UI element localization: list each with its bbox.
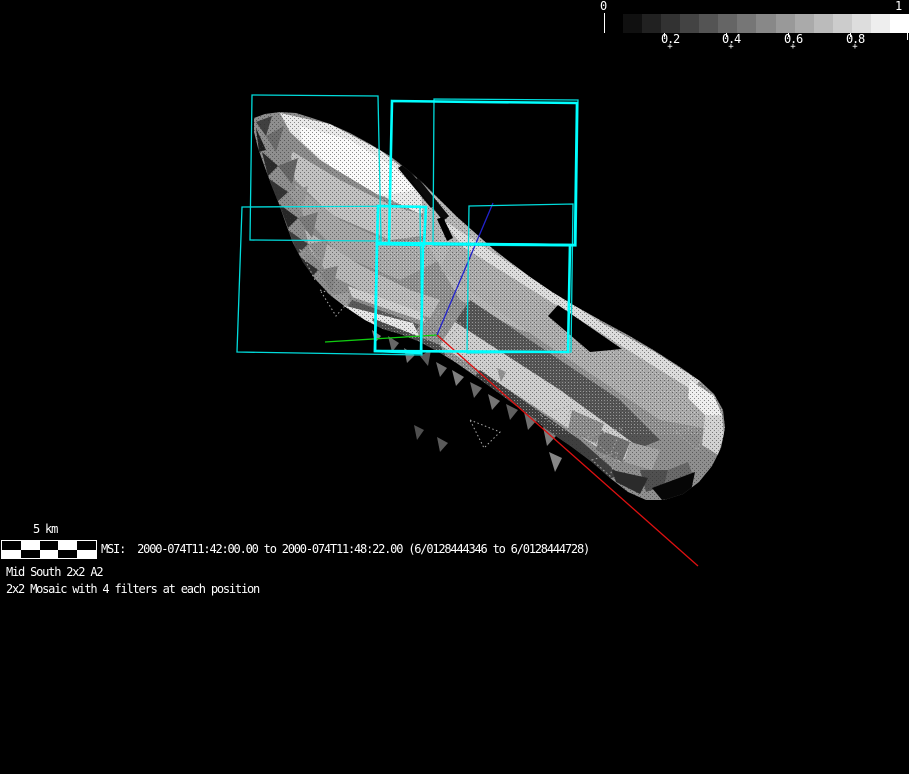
- 3d-view-canvas[interactable]: [0, 0, 909, 774]
- colorbar-plus-marker: +: [852, 42, 858, 52]
- scale-bar-label: 5 km: [33, 522, 58, 536]
- colorbar-min-label: 0: [600, 0, 607, 13]
- scale-bar-checker: [1, 540, 97, 559]
- colorbar-plus-marker: +: [667, 42, 673, 52]
- colorbar-max-tick: [907, 33, 908, 40]
- colorbar-max-label: 1: [895, 0, 902, 13]
- status-line: MSI: 2000-074T11:42:00.00 to 2000-074T11…: [101, 542, 590, 556]
- mosaic-description: 2x2 Mosaic with 4 filters at each positi…: [6, 582, 260, 596]
- viewport: 0 1 0.2 +0.4 +0.6 +0.8 + 5 km MSI: 2000-074T…: [0, 0, 909, 774]
- asteroid-model: [254, 112, 725, 500]
- colorbar-plus-marker: +: [728, 42, 734, 52]
- observation-title: Mid South 2x2 A2: [6, 565, 104, 579]
- colorbar-plus-marker: +: [790, 42, 796, 52]
- colorbar-gradient: [623, 14, 909, 33]
- colorbar-min-tick: [604, 13, 605, 33]
- colorbar: 0 1 0.2 +0.4 +0.6 +0.8 +: [596, 0, 909, 58]
